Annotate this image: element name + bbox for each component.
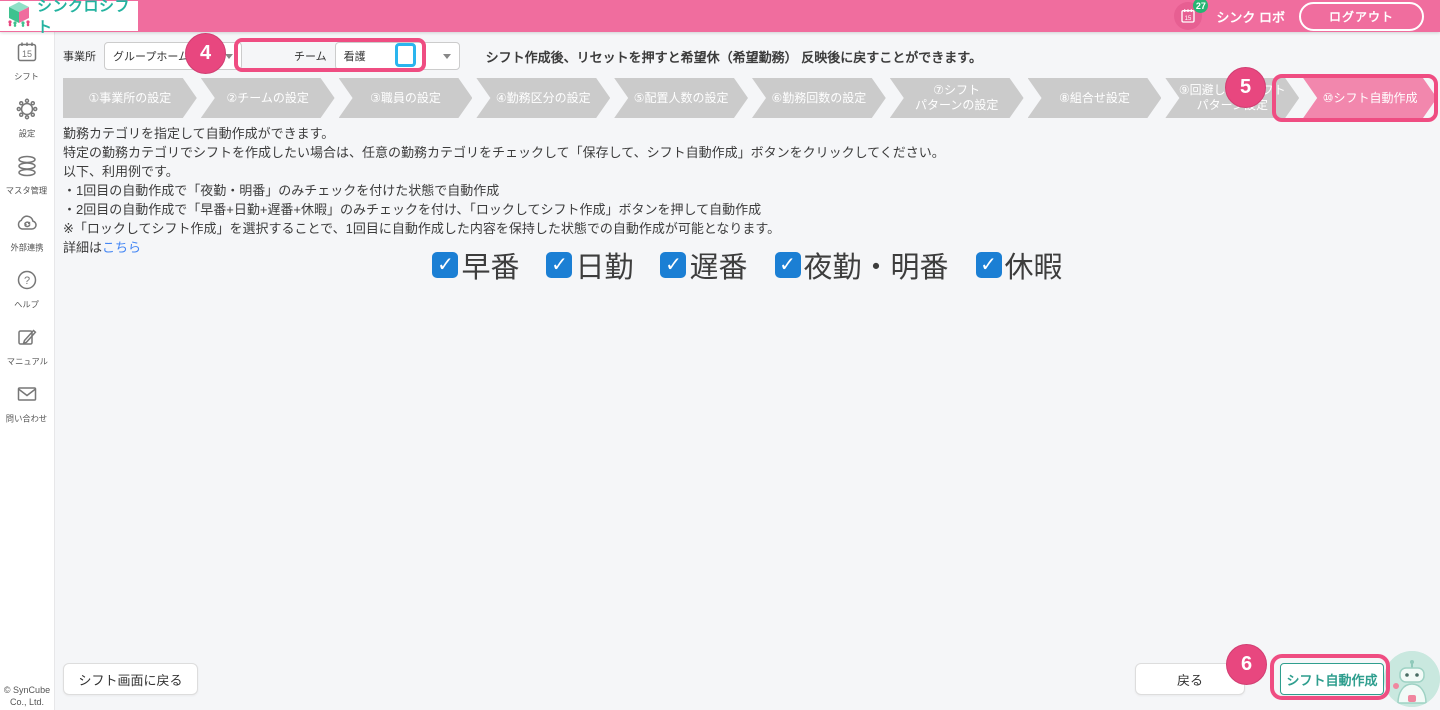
checkbox-kyuka[interactable]: 休暇 [975, 244, 1063, 286]
logo-text: シンクロシフト [37, 0, 131, 36]
auto-create-shift-button[interactable]: シフト自動作成 [1280, 663, 1384, 695]
instruction-line: 以下、利用例です。 [63, 164, 179, 179]
checkbox-osoban[interactable]: 遅番 [660, 244, 748, 286]
step-2-team[interactable]: ②チームの設定 [201, 78, 335, 118]
database-icon [15, 154, 39, 183]
sidebar-item-settings[interactable]: 設定 [0, 89, 54, 146]
checkbox-label: 休暇 [1004, 252, 1063, 284]
office-select[interactable]: グループホームTD [104, 42, 242, 70]
sidebar-item-external[interactable]: 外部連携 [0, 203, 54, 260]
main-content: 事業所 グループホームTD チーム 看護 シフト作成後、リセットを押すと希望休（… [55, 32, 1440, 710]
cloud-sync-icon [15, 211, 39, 240]
svg-text:?: ? [24, 275, 30, 287]
team-select-value: 看護 [343, 51, 366, 63]
sidebar-item-help[interactable]: ? ヘルプ [0, 260, 54, 317]
checkbox-label: 日勤 [575, 252, 634, 284]
checkbox-label: 遅番 [689, 252, 748, 284]
help-icon: ? [15, 268, 39, 297]
sidebar-item-shift[interactable]: 15 シフト [0, 32, 54, 89]
checked-checkbox-icon [432, 252, 459, 278]
step-5-headcount[interactable]: ⑤配置人数の設定 [614, 78, 748, 118]
step-6-work-count[interactable]: ⑥勤務回数の設定 [752, 78, 886, 118]
checked-checkbox-icon [546, 252, 573, 278]
step-4-work-category[interactable]: ④勤務区分の設定 [476, 78, 610, 118]
sidebar-item-label: マニュアル [6, 357, 48, 367]
mail-icon [15, 382, 39, 411]
instruction-line: ※「ロックしてシフト作成」を選択することで、1回目に自動作成した内容を保持した状… [63, 221, 781, 236]
robot-avatar[interactable] [1384, 651, 1440, 707]
sidebar-item-contact[interactable]: 問い合わせ [0, 374, 54, 431]
back-button[interactable]: 戻る [1135, 663, 1245, 695]
step-1-office[interactable]: ①事業所の設定 [63, 78, 197, 118]
instruction-line: 特定の勤務カテゴリでシフトを作成したい場合は、任意の勤務カテゴリをチェックして「… [63, 145, 945, 160]
step-navigation: ①事業所の設定 ②チームの設定 ③職員の設定 ④勤務区分の設定 ⑤配置人数の設定… [63, 78, 1437, 118]
sidebar-item-label: 設定 [18, 129, 36, 139]
calendar-icon: 15 [15, 40, 39, 69]
step-10-auto-create[interactable]: ⑩シフト自動作成 [1303, 78, 1437, 118]
office-select-value: グループホームTD [113, 51, 204, 63]
sidebar-item-label: ヘルプ [14, 300, 40, 310]
checkbox-yakin-akeban[interactable]: 夜勤・明番 [774, 244, 949, 286]
checked-checkbox-icon [774, 252, 801, 278]
gear-icon [15, 97, 39, 126]
robot-name-label: シンク ロボ [1216, 9, 1285, 25]
sidebar-item-label: 問い合わせ [6, 414, 48, 424]
checked-checkbox-icon [660, 252, 687, 278]
checked-checkbox-icon [975, 252, 1002, 278]
sidebar-item-manual[interactable]: マニュアル [0, 317, 54, 374]
app-logo[interactable]: シンクロシフト [0, 0, 138, 36]
svg-text:15: 15 [1185, 16, 1192, 22]
sidebar-item-label: マスタ管理 [6, 186, 48, 196]
app-header: シンクロシフト 15 27 シンク ロボ ログアウト [0, 0, 1440, 36]
manual-icon [15, 325, 39, 354]
sidebar-item-label: 外部連携 [10, 243, 44, 253]
checkbox-label: 夜勤・明番 [803, 252, 949, 284]
back-to-shift-screen-button[interactable]: シフト画面に戻る [63, 663, 198, 695]
step-7-shift-pattern[interactable]: ⑦シフト パターンの設定 [890, 78, 1024, 118]
step-8-combination[interactable]: ⑧組合せ設定 [1028, 78, 1162, 118]
instruction-line: ・1回目の自動作成で「夜勤・明番」のみチェックを付けた状態で自動作成 [63, 183, 500, 198]
checkbox-hayaban[interactable]: 早番 [432, 244, 519, 286]
sidebar-item-label: シフト [14, 72, 40, 82]
sidebar-item-master[interactable]: マスタ管理 [0, 146, 54, 203]
instruction-line: ・2回目の自動作成で「早番+日勤+遅番+休暇」のみチェックを付け、「ロックしてシ… [63, 202, 762, 217]
toolbar-note: シフト作成後、リセットを押すと希望休（希望勤務） 反映後に戻すことができます。 [485, 49, 982, 65]
step-3-staff[interactable]: ③職員の設定 [339, 78, 473, 118]
team-label: チーム [294, 51, 327, 63]
chevron-down-icon [225, 53, 233, 59]
logout-button[interactable]: ログアウト [1298, 1, 1424, 31]
sidebar: 15 シフト 設定 マスタ管理 外部連携 ? ヘルプ マニュアル 問い合わせ ©… [0, 32, 55, 710]
checkbox-label: 早番 [461, 252, 520, 284]
category-checkbox-row: 早番 日勤 遅番 夜勤・明番 休暇 [55, 244, 1440, 286]
toolbar: 事業所 グループホームTD チーム 看護 シフト作成後、リセットを押すと希望休（… [63, 38, 1440, 74]
step-9-avoid-pattern[interactable]: ⑨回避したいシフト パターン設定 [1165, 78, 1299, 118]
office-label: 事業所 [63, 51, 96, 63]
team-group: チーム 看護 [294, 42, 460, 70]
logo-cube-icon [7, 1, 31, 32]
notification-badge: 27 [1193, 0, 1209, 13]
copyright-text: © SynCube Co., Ltd. [3, 684, 51, 707]
footer-actions: シフト画面に戻る 戻る シフト自動作成 [63, 651, 1440, 707]
instruction-line: 勤務カテゴリを指定して自動作成ができます。 [63, 126, 335, 141]
svg-text:15: 15 [22, 49, 32, 59]
instructions: 勤務カテゴリを指定して自動作成ができます。 特定の勤務カテゴリでシフトを作成した… [63, 124, 1420, 257]
team-select[interactable]: 看護 [334, 42, 460, 70]
chevron-down-icon [442, 53, 451, 59]
checkbox-nikkin[interactable]: 日勤 [546, 244, 633, 286]
notification-calendar-icon[interactable]: 15 27 [1174, 0, 1209, 30]
